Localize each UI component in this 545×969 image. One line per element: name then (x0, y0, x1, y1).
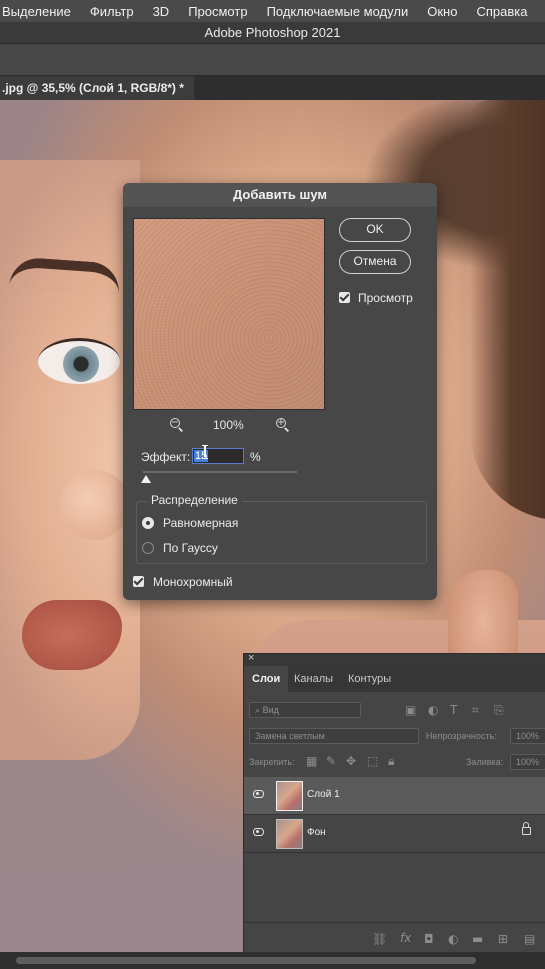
add-noise-dialog: Добавить шум − 100% + OK Отмена Просмотр… (123, 183, 437, 600)
uniform-radio[interactable] (142, 517, 154, 529)
link-icon[interactable]: ⛓ (372, 932, 387, 946)
lock-brush-icon[interactable]: ✎ (326, 754, 336, 768)
document-tab[interactable]: .jpg @ 35,5% (Слой 1, RGB/8*) * (0, 76, 194, 100)
effect-label: Эффект: (141, 450, 191, 464)
lock-all-icon[interactable]: 🔒︎ (388, 754, 394, 768)
adjustment-icon[interactable]: ◐ (448, 932, 458, 946)
cancel-button[interactable]: Отмена (339, 250, 411, 274)
layers-panel: × Слои Каналы Контуры ⌕ Вид ▣ ◐ T ⌗ ⎘ За… (243, 652, 545, 954)
filter-shape-icon[interactable]: ⌗ (472, 703, 479, 717)
panel-header: × (244, 652, 545, 666)
text-cursor-icon (202, 445, 208, 459)
panel-tabs: Слои Каналы Контуры (244, 666, 545, 692)
mask-icon[interactable]: ◘ (424, 932, 434, 946)
document-tab-bar: .jpg @ 35,5% (Слой 1, RGB/8*) * (0, 76, 545, 100)
uniform-label: Равномерная (163, 516, 239, 530)
blend-mode-select[interactable]: Замена светлым (249, 728, 419, 744)
search-icon: ⌕ (255, 705, 261, 715)
visibility-eye-icon[interactable] (253, 828, 264, 836)
noise-preview[interactable] (133, 218, 325, 410)
photo-hair (470, 100, 545, 520)
close-icon[interactable]: × (248, 652, 254, 664)
effect-unit: % (250, 450, 261, 464)
menu-3d[interactable]: 3D (153, 4, 170, 19)
filter-adjustment-icon[interactable]: ◐ (428, 703, 438, 717)
menu-plugins[interactable]: Подключаемые модули (267, 4, 409, 19)
layer-filter-select[interactable]: ⌕ Вид (249, 702, 361, 718)
lock-label: Закрепить: (249, 757, 295, 767)
monochrome-label: Монохромный (153, 575, 233, 589)
preview-label: Просмотр (358, 291, 413, 305)
gaussian-label: По Гауссу (163, 541, 218, 555)
layer-thumbnail (276, 781, 303, 811)
zoom-in-icon[interactable]: + (275, 417, 291, 433)
filter-smart-object-icon[interactable]: ⎘ (494, 703, 504, 717)
distribution-title: Распределение (147, 493, 242, 507)
tab-layers[interactable]: Слои (244, 666, 289, 692)
dialog-title[interactable]: Добавить шум (123, 183, 437, 207)
gaussian-radio[interactable] (142, 542, 154, 554)
fx-icon[interactable]: fx (400, 931, 411, 945)
layer-row-layer1[interactable]: Слой 1 (244, 777, 545, 815)
effect-amount-input[interactable]: 15 (192, 448, 244, 464)
menu-view[interactable]: Просмотр (188, 4, 247, 19)
fill-label: Заливка: (466, 757, 504, 767)
menu-help[interactable]: Справка (476, 4, 527, 19)
visibility-eye-icon[interactable] (253, 790, 264, 798)
layer-row-background[interactable]: Фон (244, 815, 545, 853)
options-bar (0, 44, 545, 76)
opacity-input[interactable]: 100% (510, 728, 545, 744)
menu-select[interactable]: Выделение (2, 4, 71, 19)
menu-bar: Выделение Фильтр 3D Просмотр Подключаемы… (0, 0, 545, 22)
preview-zoom-controls: − 100% + (133, 415, 325, 435)
monochrome-checkbox[interactable] (133, 576, 144, 587)
photo-nose (60, 470, 130, 540)
layer-thumbnail (276, 819, 303, 849)
tab-channels[interactable]: Каналы (286, 666, 341, 692)
filter-pixel-icon[interactable]: ▣ (405, 703, 416, 717)
opacity-label: Непрозрачность: (426, 731, 497, 741)
zoom-out-icon[interactable]: − (169, 417, 185, 433)
lock-transparency-icon[interactable]: ▦ (306, 754, 317, 768)
folder-icon[interactable]: ▬ (472, 932, 483, 946)
lock-icon (522, 822, 531, 835)
photo-iris (63, 346, 99, 382)
lock-artboard-icon[interactable]: ⬚ (367, 754, 378, 768)
new-layer-icon[interactable]: ⊞ (498, 932, 508, 946)
horizontal-scrollbar[interactable] (0, 952, 545, 969)
layer-name: Фон (307, 827, 326, 838)
preview-checkbox[interactable] (339, 292, 350, 303)
ok-button[interactable]: OK (339, 218, 411, 242)
lock-position-icon[interactable]: ✥ (346, 754, 356, 768)
layer-name: Слой 1 (307, 789, 340, 800)
menu-filter[interactable]: Фильтр (90, 4, 134, 19)
filter-type-icon[interactable]: T (450, 703, 457, 717)
layer-filter-placeholder: Вид (262, 705, 279, 715)
photo-face (0, 160, 140, 760)
trash-icon[interactable]: ▤ (524, 932, 535, 946)
effect-slider-track[interactable] (143, 471, 297, 473)
tab-paths[interactable]: Контуры (340, 666, 399, 692)
zoom-level: 100% (213, 418, 244, 432)
effect-slider-thumb[interactable] (141, 475, 151, 483)
layers-bottom-toolbar: ⛓ fx ◘ ◐ ▬ ⊞ ▤ (244, 922, 545, 954)
app-title: Adobe Photoshop 2021 (0, 22, 545, 44)
scrollbar-thumb[interactable] (16, 957, 476, 964)
fill-input[interactable]: 100% (510, 754, 545, 770)
menu-window[interactable]: Окно (427, 4, 457, 19)
